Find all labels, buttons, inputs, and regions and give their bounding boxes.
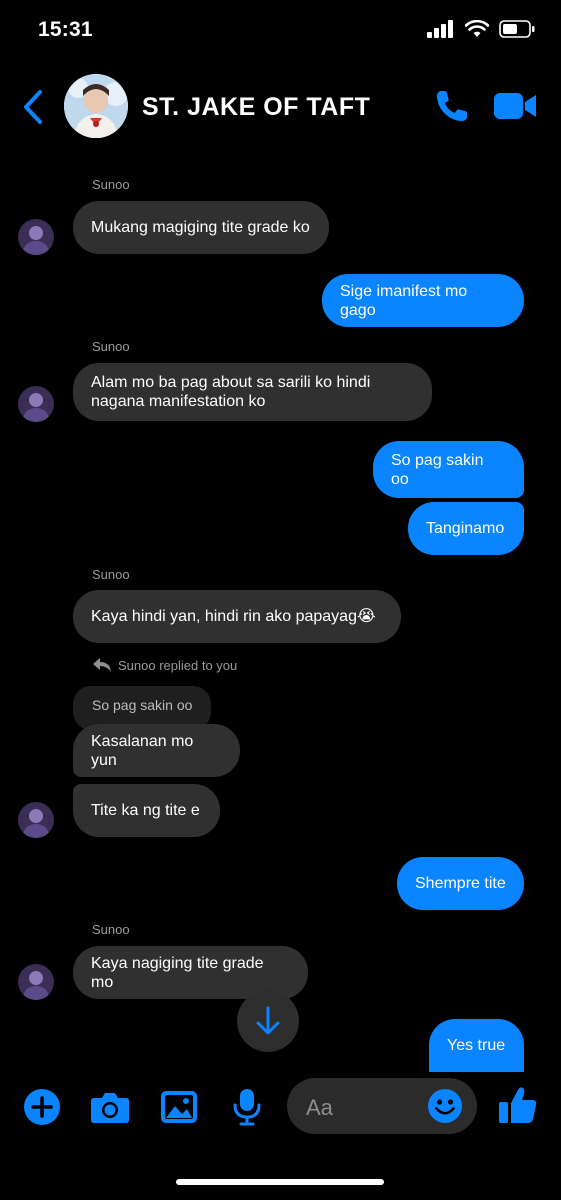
sender-name: Sunoo	[92, 177, 130, 192]
sender-avatar[interactable]	[18, 964, 54, 1000]
sender-name: Sunoo	[92, 567, 130, 582]
thumbs-up-icon	[499, 1087, 537, 1123]
contact-avatar[interactable]	[64, 74, 128, 138]
reply-indicator: Sunoo replied to you	[92, 657, 237, 673]
video-call-icon[interactable]	[493, 91, 537, 121]
message-line: oo	[391, 470, 409, 488]
sender-avatar[interactable]	[18, 802, 54, 838]
camera-icon	[91, 1093, 129, 1123]
gallery-button[interactable]	[159, 1087, 199, 1127]
contact-name[interactable]: ST. JAKE OF TAFT	[142, 93, 370, 122]
reply-arrow-icon	[93, 658, 111, 672]
message-input-placeholder: Aa	[306, 1095, 333, 1120]
message-bubble-outgoing[interactable]: Yes true	[429, 1019, 524, 1072]
add-button[interactable]	[22, 1087, 62, 1127]
message-bubble-incoming[interactable]: Alam mo ba pag about sa sarili ko hindi …	[73, 363, 432, 421]
image-icon	[161, 1091, 197, 1123]
arrow-down-icon	[256, 1006, 280, 1035]
message-line: nagana manifestation ko	[91, 393, 266, 410]
wifi-icon	[465, 20, 489, 37]
status-icons	[427, 20, 535, 38]
message-bubble-outgoing[interactable]: Tanginamo	[408, 502, 524, 555]
reply-note-text: Sunoo replied to you	[118, 657, 238, 673]
message-bubble-outgoing[interactable]: Shempre tite	[397, 857, 524, 910]
microphone-icon	[233, 1089, 261, 1126]
sender-name: Sunoo	[92, 339, 130, 354]
phone-call-icon[interactable]	[434, 88, 470, 124]
message-bubble-outgoing[interactable]: Sige imanifest mo gago	[322, 274, 524, 327]
home-indicator	[176, 1179, 384, 1185]
camera-button[interactable]	[90, 1087, 130, 1127]
plus-circle-icon	[24, 1089, 60, 1125]
status-time: 15:31	[38, 18, 93, 41]
message-input[interactable]: Aa	[287, 1078, 477, 1134]
message-bubble-incoming[interactable]: Mukang magiging tite grade ko	[73, 201, 329, 254]
message-line: Alam mo ba pag about sa sarili ko hindi	[91, 374, 371, 391]
voice-button[interactable]	[227, 1087, 267, 1127]
message-bubble-outgoing[interactable]: So pag sakin oo	[373, 441, 524, 498]
emoji-icon[interactable]	[427, 1088, 463, 1124]
message-line: So pag sakin	[391, 451, 484, 469]
message-bubble-incoming[interactable]: Tite ka ng tite e	[73, 784, 220, 837]
back-chevron-icon[interactable]	[20, 88, 48, 126]
sender-avatar[interactable]	[18, 386, 54, 422]
message-bubble-incoming[interactable]: Kaya hindi yan, hindi rin ako papayag😭	[73, 590, 401, 643]
signal-icon	[427, 20, 453, 38]
sender-name: Sunoo	[92, 922, 130, 937]
message-bubble-incoming[interactable]: Kasalanan mo yun	[73, 724, 240, 777]
like-button[interactable]	[498, 1085, 538, 1125]
sender-avatar[interactable]	[18, 219, 54, 255]
scroll-to-bottom-button[interactable]	[237, 990, 299, 1052]
battery-icon	[499, 20, 535, 38]
